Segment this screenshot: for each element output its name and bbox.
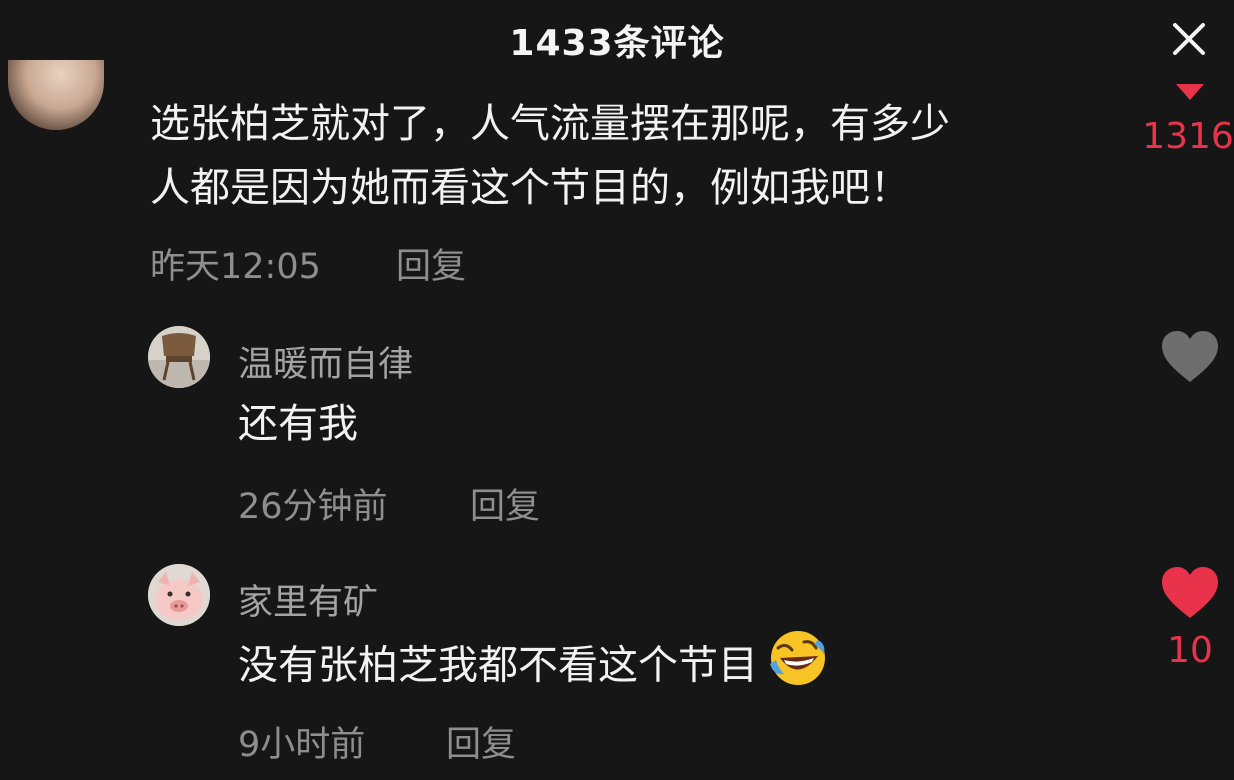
avatar-jialiyoukuang[interactable] (148, 564, 210, 626)
avatar-wennuan[interactable] (148, 326, 210, 388)
comment-1-like-button[interactable] (1170, 84, 1210, 112)
avatar-pig-image (148, 564, 210, 626)
reply-2-like-count: 10 (1167, 630, 1213, 671)
comment-1-text-line2: 人都是因为她而看这个节目的，例如我吧！ (150, 165, 910, 211)
reply-2-text-row: 没有张柏芝我都不看这个节目 (238, 628, 828, 707)
heart-icon[interactable] (1160, 566, 1220, 620)
close-button[interactable] (1166, 16, 1212, 62)
reply-1-username[interactable]: 温暖而自律 (238, 336, 413, 387)
avatar-commenter-1[interactable] (8, 60, 104, 130)
comment-1-reply-button[interactable]: 回复 (396, 238, 466, 289)
heart-icon[interactable] (1160, 330, 1220, 384)
laughing-tears-emoji-icon (768, 628, 828, 707)
reply-2-timestamp: 9小时前 (238, 725, 366, 765)
comment-1-like-count: 1316 (1142, 116, 1234, 157)
reply-1-reply-button[interactable]: 回复 (470, 478, 540, 529)
reply-1-text: 还有我 (238, 401, 358, 447)
reply-1-timestamp: 26分钟前 (238, 487, 388, 527)
avatar-chair-image (148, 326, 210, 388)
comments-count-title: 1433条评论 (509, 23, 725, 64)
reply-2-reply-button[interactable]: 回复 (446, 716, 516, 767)
reply-2-username[interactable]: 家里有矿 (238, 574, 378, 625)
close-icon[interactable] (1166, 16, 1212, 62)
reply-2-like-button[interactable] (1160, 566, 1220, 624)
heart-icon[interactable] (1170, 84, 1210, 108)
comments-panel: 1433条评论 选张柏芝就对了，人气流量摆在那呢，有多少 人都是因为她而看这个节… (0, 0, 1234, 780)
reply-1-like-button[interactable] (1160, 330, 1220, 388)
comment-1-text-line1: 选张柏芝就对了，人气流量摆在那呢，有多少 (150, 101, 950, 147)
comment-1-timestamp: 昨天12:05 (150, 247, 321, 287)
reply-2-text: 没有张柏芝我都不看这个节目 (238, 642, 758, 689)
